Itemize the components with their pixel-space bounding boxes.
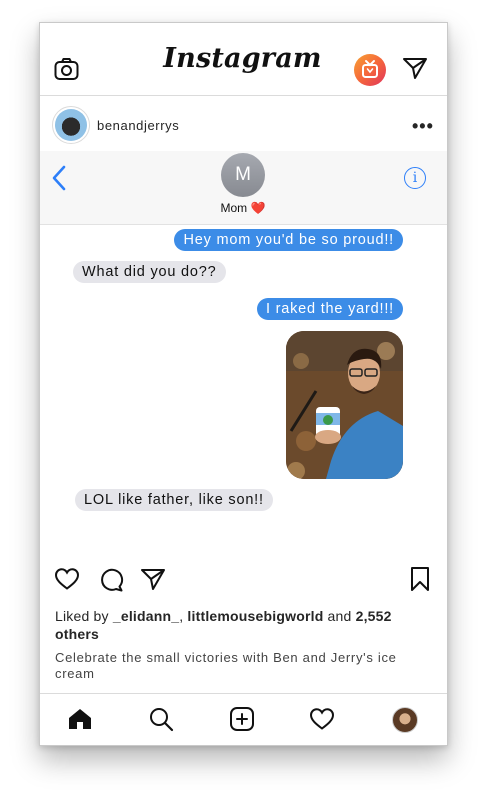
post-caption: Celebrate the small victories with Ben a… [55,650,397,681]
message-bubble-sent: I raked the yard!!! [256,298,403,320]
comment-icon[interactable] [98,568,124,592]
direct-icon[interactable] [402,56,428,80]
liker-username[interactable]: littlemousebigworld [187,608,323,624]
likes-prefix: Liked by [55,608,113,624]
info-icon[interactable]: i [404,167,426,189]
contact-name: Mom ❤️ [220,201,266,215]
back-icon[interactable] [52,165,66,191]
avatar-image [55,109,87,141]
message-photo[interactable] [286,331,403,479]
bookmark-icon[interactable] [410,566,430,592]
likes-conjunction: and [323,608,356,624]
search-icon[interactable] [148,706,174,732]
post-username[interactable]: benandjerrys [97,118,179,133]
top-bar: Instagram [40,23,447,96]
igtv-icon[interactable] [354,54,386,86]
liker-username[interactable]: _elidann_ [113,608,179,624]
app-logo: Instagram [163,43,322,74]
heart-icon[interactable] [54,567,80,591]
more-options-icon[interactable]: ••• [412,116,434,137]
home-icon[interactable] [67,707,93,731]
message-bubble-received: What did you do?? [73,261,226,283]
activity-icon[interactable] [309,707,335,731]
add-icon[interactable] [229,706,255,732]
message-bubble-sent: Hey mom you'd be so proud!! [174,229,403,251]
instagram-app: Instagram benandjerrys ••• M Mom ❤️ i He… [39,22,448,746]
likes-text: Liked by _elidann_, littlemousebigworld … [55,607,435,643]
share-icon[interactable] [140,567,166,591]
camera-icon[interactable] [54,57,79,81]
message-bubble-received: LOL like father, like son!! [75,489,273,511]
profile-icon[interactable] [392,707,418,733]
contact-avatar[interactable]: M [221,153,265,197]
